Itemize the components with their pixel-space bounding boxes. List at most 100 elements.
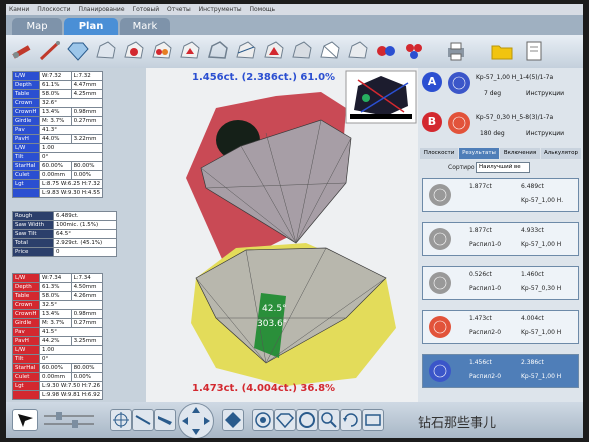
parameter-value-2[interactable]: 80.00% xyxy=(70,363,104,373)
parameter-value[interactable]: 60.00% xyxy=(39,363,72,373)
folder-icon[interactable] xyxy=(490,39,514,63)
parameter-value[interactable]: W:7.32 xyxy=(39,71,72,81)
parameter-value[interactable]: 32.5° xyxy=(38,300,104,310)
tab-map[interactable]: Map xyxy=(12,18,62,35)
stone-plan-icon[interactable] xyxy=(178,39,202,63)
parameter-value[interactable]: 32.6° xyxy=(38,98,104,108)
parameter-value[interactable]: 0° xyxy=(38,354,104,364)
parameter-value[interactable]: 58.0% xyxy=(39,89,72,99)
parameter-value[interactable]: 13.4% xyxy=(39,107,72,117)
parameter-value[interactable]: 41.3° xyxy=(38,125,104,135)
document-icon[interactable] xyxy=(522,39,546,63)
parameter-value[interactable]: 41.5° xyxy=(38,327,104,337)
parameter-row[interactable]: Girdle M: 3.7% 0.27mm xyxy=(12,116,104,126)
rotate-view-button[interactable] xyxy=(340,409,362,431)
parameter-value[interactable]: M: 3.7% xyxy=(39,318,72,328)
saw-tool-icon[interactable] xyxy=(10,39,34,63)
stone-grey-icon[interactable] xyxy=(290,39,314,63)
wand-tool-icon[interactable] xyxy=(38,39,62,63)
stones-cluster-icon[interactable] xyxy=(402,39,426,63)
parameter-row[interactable]: Girdle M: 3.7% 0.27mm xyxy=(12,318,104,328)
parameter-row[interactable]: Lgt L:9.30 W:7.50 H:7.26 xyxy=(12,381,104,391)
menu-item[interactable]: Отчеты xyxy=(167,6,191,13)
parameter-row[interactable]: Tilt 0° xyxy=(12,354,104,364)
parameter-row[interactable]: CrownH 13.4% 0.98mm xyxy=(12,309,104,319)
parameter-row[interactable]: PavH 44.2% 3.25mm xyxy=(12,336,104,346)
diamond-icon[interactable] xyxy=(66,39,90,63)
result-row[interactable]: 0.526ct Распил1-0 1.460ct Kp-57_0,30 H xyxy=(422,266,579,300)
parameter-row[interactable]: L/W W:7.32 L:7.32 xyxy=(12,71,104,81)
parameter-value[interactable]: 0° xyxy=(38,152,104,162)
result-row[interactable]: 1.877ct Распил1-0 4.933ct Kp-57_1,00 H xyxy=(422,222,579,256)
tab-plan[interactable]: Plan xyxy=(64,18,118,35)
plan-a-badge[interactable]: A xyxy=(422,72,442,92)
scene-view-button[interactable] xyxy=(362,409,384,431)
parameter-value-2[interactable]: 3.25mm xyxy=(70,336,104,346)
parameter-row[interactable]: L:9.98 W:9.81 H:6.92 xyxy=(12,390,104,400)
parameter-value[interactable]: 0.00mm xyxy=(39,372,72,382)
tab-calculator[interactable]: Алькулятор xyxy=(541,148,581,159)
stone-rough-icon[interactable] xyxy=(346,39,370,63)
parameter-row[interactable]: PavH 44.0% 3.22mm xyxy=(12,134,104,144)
parameter-value-2[interactable]: 0.98mm xyxy=(70,309,104,319)
parameter-row[interactable]: Table 58.0% 4.25mm xyxy=(12,89,104,99)
parameter-value[interactable]: 44.2% xyxy=(39,336,72,346)
parameter-row[interactable]: Tilt 0° xyxy=(12,152,104,162)
stone-wire-icon[interactable] xyxy=(318,39,342,63)
stone-red-plan-icon[interactable] xyxy=(262,39,286,63)
edge-tool-button[interactable] xyxy=(132,409,154,431)
round-view-button[interactable] xyxy=(252,409,274,431)
parameter-row[interactable]: Lgt L:8.75 W:6.25 H:7.32 xyxy=(12,179,104,189)
stone-outline-icon[interactable] xyxy=(206,39,230,63)
parameter-row[interactable]: StarHal 60.00% 80.00% xyxy=(12,161,104,171)
stone-cut-icon[interactable] xyxy=(234,39,258,63)
menu-item[interactable]: Планирование xyxy=(78,6,124,13)
parameter-value[interactable]: 61.3% xyxy=(39,282,72,292)
stone-3d-viewport[interactable]: 42.5° 303.6° 1.456ct. (2.386ct.) 61.0% 1… xyxy=(146,68,418,402)
navigation-wheel[interactable] xyxy=(178,403,214,438)
parameter-value[interactable]: 60.00% xyxy=(39,161,72,171)
stones-pair-icon[interactable] xyxy=(374,39,398,63)
parameter-value[interactable]: L:9.30 W:7.50 H:7.26 xyxy=(38,381,104,391)
parameter-value[interactable]: 44.0% xyxy=(39,134,72,144)
parameter-row[interactable]: Table 58.0% 4.26mm xyxy=(12,291,104,301)
menu-item[interactable]: Помощь xyxy=(250,6,276,13)
rough-stone-icon[interactable] xyxy=(94,39,118,63)
parameter-value-2[interactable]: 0.27mm xyxy=(70,116,104,126)
knife-tool-button[interactable] xyxy=(154,409,176,431)
side-view-button[interactable] xyxy=(274,409,296,431)
result-row[interactable]: 1.456ct Распил2-0 2.386ct Kp-57_1,00 H xyxy=(422,354,579,388)
parameter-value[interactable]: 13.4% xyxy=(39,309,72,319)
stone-render[interactable]: 42.5° 303.6° xyxy=(146,68,418,402)
parameter-value-2[interactable]: 0.27mm xyxy=(70,318,104,328)
parameter-row[interactable]: Crown 32.5° xyxy=(12,300,104,310)
menu-item[interactable]: Готовый xyxy=(132,6,159,13)
parameter-row[interactable]: Culet 0.00mm 0.00% xyxy=(12,372,104,382)
parameter-value[interactable]: M: 3.7% xyxy=(39,116,72,126)
ring-view-button[interactable] xyxy=(296,409,318,431)
parameter-value-2[interactable]: 0.00% xyxy=(70,372,104,382)
print-icon[interactable] xyxy=(444,39,468,63)
parameter-row[interactable]: L/W W:7.34 L:7.34 xyxy=(12,273,104,283)
parameter-value-2[interactable]: 0.00% xyxy=(70,170,104,180)
plan-a-instructions[interactable]: Инструкции xyxy=(526,90,564,97)
menu-item[interactable]: Инструменты xyxy=(199,6,242,13)
plan-b-badge[interactable]: B xyxy=(422,112,442,132)
parameter-value-2[interactable]: L:7.34 xyxy=(70,273,104,283)
parameter-row[interactable]: L/W 1.00 xyxy=(12,143,104,153)
zoom-view-button[interactable] xyxy=(318,409,340,431)
parameter-value-2[interactable]: 0.98mm xyxy=(70,107,104,117)
parameter-value-2[interactable]: 4.47mm xyxy=(70,80,104,90)
menu-item[interactable]: Плоскости xyxy=(37,6,70,13)
parameter-value[interactable]: 58.0% xyxy=(39,291,72,301)
parameter-row[interactable]: Culet 0.00mm 0.00% xyxy=(12,170,104,180)
gem-tool-button[interactable] xyxy=(222,409,244,431)
menu-item[interactable]: Камни xyxy=(9,6,29,13)
parameter-row[interactable]: Pav 41.3° xyxy=(12,125,104,135)
plan-b-instructions[interactable]: Инструкции xyxy=(526,130,564,137)
sort-select[interactable]: Наилучший ве xyxy=(476,162,530,173)
parameter-value[interactable]: 1.00 xyxy=(38,345,104,355)
stone-multi-icon[interactable] xyxy=(150,39,174,63)
parameter-value[interactable]: L:9.83 W:9.30 H:4.55 xyxy=(38,188,104,198)
tab-inclusions[interactable]: Включения xyxy=(500,148,540,159)
